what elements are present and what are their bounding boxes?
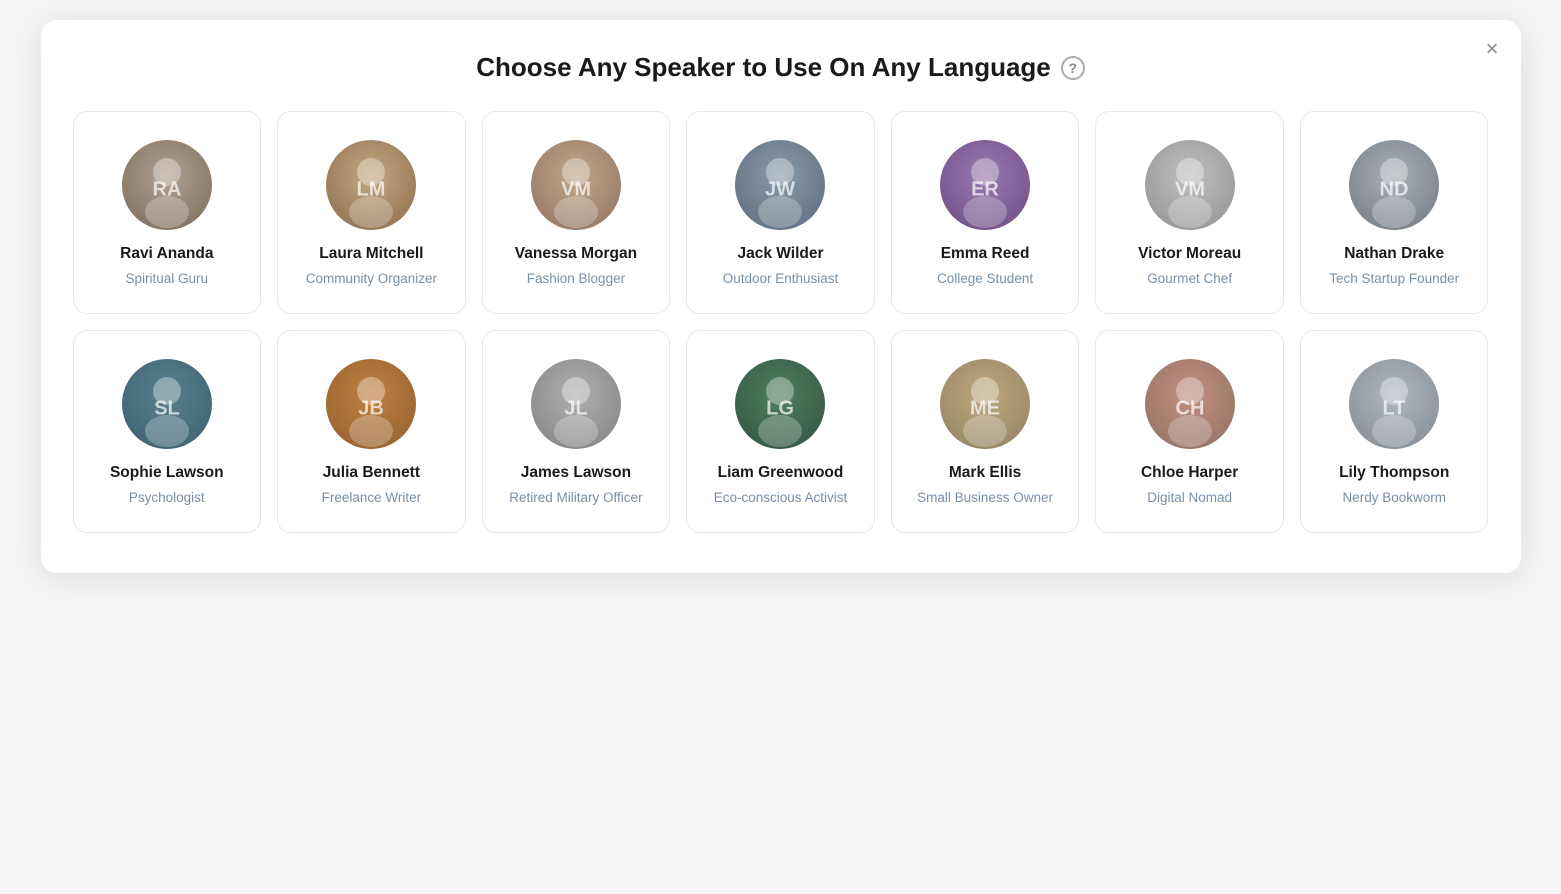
speaker-name-jack: Jack Wilder [737, 244, 823, 264]
speaker-name-james: James Lawson [521, 463, 631, 483]
speaker-card-julia[interactable]: JB Julia Bennett Freelance Writer [277, 330, 466, 533]
speaker-role-julia: Freelance Writer [322, 489, 422, 508]
speaker-name-liam: Liam Greenwood [718, 463, 844, 483]
modal-title: Choose Any Speaker to Use On Any Languag… [476, 52, 1051, 83]
speaker-name-victor: Victor Moreau [1138, 244, 1241, 264]
speaker-name-laura: Laura Mitchell [319, 244, 423, 264]
speaker-name-mark: Mark Ellis [949, 463, 1021, 483]
avatar-sophie: SL [122, 359, 212, 449]
avatar-ravi: RA [122, 140, 212, 230]
speaker-role-laura: Community Organizer [306, 270, 437, 289]
svg-text:LT: LT [1383, 397, 1406, 419]
svg-text:ME: ME [970, 397, 1000, 419]
svg-text:ER: ER [971, 178, 999, 200]
speaker-card-victor[interactable]: VM Victor Moreau Gourmet Chef [1095, 111, 1284, 314]
svg-text:SL: SL [154, 397, 180, 419]
svg-text:LM: LM [357, 178, 386, 200]
avatar-victor: VM [1145, 140, 1235, 230]
speaker-name-chloe: Chloe Harper [1141, 463, 1238, 483]
speaker-role-ravi: Spiritual Guru [126, 270, 209, 289]
speaker-card-liam[interactable]: LG Liam Greenwood Eco-conscious Activist [686, 330, 875, 533]
svg-text:VM: VM [561, 178, 591, 200]
avatar-vanessa: VM [531, 140, 621, 230]
avatar-emma: ER [940, 140, 1030, 230]
avatar-james: JL [531, 359, 621, 449]
speaker-card-chloe[interactable]: CH Chloe Harper Digital Nomad [1095, 330, 1284, 533]
speaker-card-ravi[interactable]: RA Ravi Ananda Spiritual Guru [73, 111, 262, 314]
help-icon[interactable]: ? [1061, 56, 1085, 80]
avatar-julia: JB [326, 359, 416, 449]
avatar-laura: LM [326, 140, 416, 230]
speaker-name-nathan: Nathan Drake [1344, 244, 1444, 264]
speaker-role-liam: Eco-conscious Activist [714, 489, 848, 508]
avatar-chloe: CH [1145, 359, 1235, 449]
svg-text:CH: CH [1175, 397, 1204, 419]
speaker-role-lily: Nerdy Bookworm [1342, 489, 1446, 508]
avatar-lily: LT [1349, 359, 1439, 449]
speaker-selector-modal: × Choose Any Speaker to Use On Any Langu… [41, 20, 1521, 573]
svg-text:LG: LG [767, 397, 795, 419]
speaker-card-jack[interactable]: JW Jack Wilder Outdoor Enthusiast [686, 111, 875, 314]
svg-text:VM: VM [1175, 178, 1205, 200]
speaker-grid: RA Ravi Ananda Spiritual Guru LM Laura Mi… [73, 111, 1489, 533]
speaker-role-emma: College Student [937, 270, 1033, 289]
speaker-role-james: Retired Military Officer [509, 489, 642, 508]
speaker-role-jack: Outdoor Enthusiast [723, 270, 839, 289]
speaker-role-nathan: Tech Startup Founder [1329, 270, 1459, 289]
svg-text:JB: JB [359, 397, 385, 419]
avatar-mark: ME [940, 359, 1030, 449]
speaker-name-vanessa: Vanessa Morgan [515, 244, 637, 264]
svg-text:JW: JW [765, 178, 795, 200]
speaker-role-vanessa: Fashion Blogger [527, 270, 625, 289]
speaker-role-chloe: Digital Nomad [1147, 489, 1232, 508]
avatar-liam: LG [735, 359, 825, 449]
speaker-name-lily: Lily Thompson [1339, 463, 1449, 483]
speaker-role-mark: Small Business Owner [917, 489, 1053, 508]
speaker-role-victor: Gourmet Chef [1147, 270, 1232, 289]
speaker-card-laura[interactable]: LM Laura Mitchell Community Organizer [277, 111, 466, 314]
avatar-nathan: ND [1349, 140, 1439, 230]
svg-text:ND: ND [1380, 178, 1409, 200]
svg-text:JL: JL [564, 397, 587, 419]
speaker-card-mark[interactable]: ME Mark Ellis Small Business Owner [891, 330, 1080, 533]
avatar-jack: JW [735, 140, 825, 230]
speaker-card-james[interactable]: JL James Lawson Retired Military Officer [482, 330, 671, 533]
speaker-card-nathan[interactable]: ND Nathan Drake Tech Startup Founder [1300, 111, 1489, 314]
speaker-card-vanessa[interactable]: VM Vanessa Morgan Fashion Blogger [482, 111, 671, 314]
speaker-name-julia: Julia Bennett [323, 463, 420, 483]
speaker-name-sophie: Sophie Lawson [110, 463, 224, 483]
speaker-card-sophie[interactable]: SL Sophie Lawson Psychologist [73, 330, 262, 533]
speaker-card-emma[interactable]: ER Emma Reed College Student [891, 111, 1080, 314]
speaker-card-lily[interactable]: LT Lily Thompson Nerdy Bookworm [1300, 330, 1489, 533]
speaker-name-emma: Emma Reed [941, 244, 1030, 264]
speaker-name-ravi: Ravi Ananda [120, 244, 213, 264]
svg-text:RA: RA [152, 178, 181, 200]
modal-header: Choose Any Speaker to Use On Any Languag… [73, 52, 1489, 83]
speaker-role-sophie: Psychologist [129, 489, 205, 508]
close-button[interactable]: × [1486, 38, 1499, 60]
